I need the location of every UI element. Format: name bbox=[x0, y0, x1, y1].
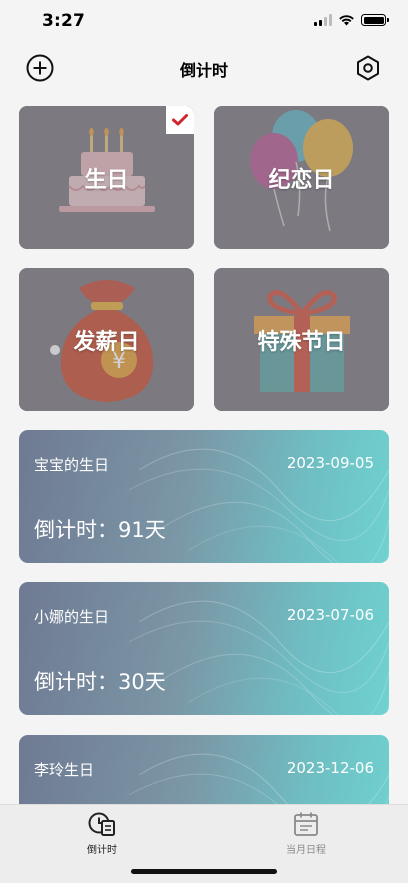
event-card[interactable]: 小娜的生日 2023-07-06 倒计时：30天 bbox=[19, 582, 389, 715]
countdown-calendar-icon bbox=[88, 812, 115, 836]
category-special-holiday[interactable]: 特殊节日 bbox=[214, 268, 389, 411]
category-anniversary[interactable]: 纪恋日 bbox=[214, 106, 389, 249]
category-label: 生日 bbox=[84, 167, 129, 193]
category-birthday[interactable]: 生日 bbox=[19, 106, 194, 249]
category-grid: 生日 纪恋日 ¥ 发薪日 特殊节日 bbox=[19, 106, 389, 411]
event-date: 2023-12-06 bbox=[286, 759, 374, 777]
status-bar: 3:27 bbox=[0, 0, 408, 46]
status-time: 3:27 bbox=[42, 11, 86, 31]
tab-label: 倒计时 bbox=[87, 845, 117, 856]
event-name: 李玲生日 bbox=[34, 761, 95, 779]
event-name: 小娜的生日 bbox=[34, 608, 110, 626]
wifi-icon bbox=[339, 15, 354, 26]
selected-badge bbox=[166, 106, 194, 134]
event-countdown: 倒计时：30天 bbox=[34, 670, 166, 694]
navigation-bar: 倒计时 bbox=[0, 46, 408, 90]
status-icons bbox=[314, 14, 389, 26]
battery-icon bbox=[361, 14, 389, 26]
event-countdown: 倒计时：91天 bbox=[34, 518, 166, 542]
category-label: 纪恋日 bbox=[268, 167, 335, 193]
tab-countdown[interactable]: 倒计时 bbox=[42, 811, 162, 856]
page-title: 倒计时 bbox=[179, 61, 228, 80]
category-payday[interactable]: ¥ 发薪日 bbox=[19, 268, 194, 411]
settings-button[interactable] bbox=[352, 52, 384, 84]
hexagon-settings-icon bbox=[357, 55, 379, 81]
category-label: 特殊节日 bbox=[257, 329, 346, 355]
tab-month-schedule[interactable]: 当月日程 bbox=[246, 811, 366, 856]
month-calendar-icon bbox=[294, 812, 318, 836]
home-indicator bbox=[131, 869, 277, 874]
event-name: 宝宝的生日 bbox=[34, 456, 110, 474]
event-card[interactable]: 宝宝的生日 2023-09-05 倒计时：91天 bbox=[19, 430, 389, 563]
cellular-signal-icon bbox=[314, 14, 332, 26]
checkmark-icon bbox=[172, 114, 188, 126]
category-label: 发薪日 bbox=[73, 329, 140, 355]
tab-label: 当月日程 bbox=[286, 845, 326, 856]
event-date: 2023-07-06 bbox=[286, 606, 374, 624]
event-date: 2023-09-05 bbox=[286, 454, 374, 472]
